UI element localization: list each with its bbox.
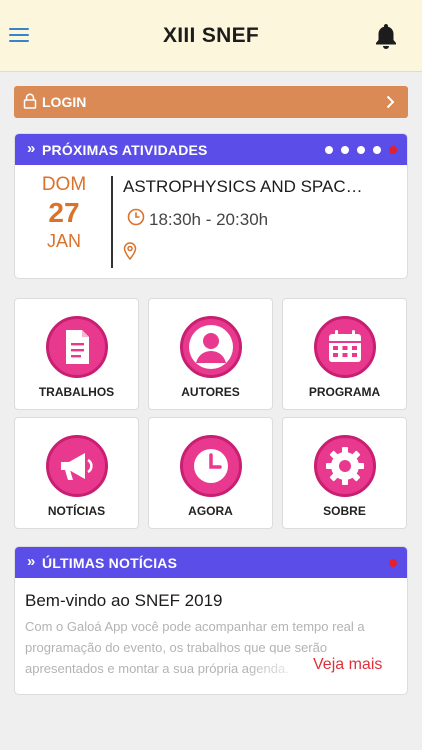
carousel-dot[interactable] xyxy=(341,146,349,154)
event-date: DOM 27 JAN xyxy=(15,174,113,252)
section-title: PRÓXIMAS ATIVIDADES xyxy=(42,142,208,158)
clock-icon xyxy=(127,208,145,226)
chevron-right-icon xyxy=(386,95,395,109)
carousel-dot[interactable] xyxy=(373,146,381,154)
event-title[interactable]: ASTROPHYSICS AND SPAC… xyxy=(123,177,363,197)
login-label: LOGIN xyxy=(42,94,87,110)
latest-news-header: » ÚLTIMAS NOTÍCIAS xyxy=(15,547,407,578)
divider xyxy=(111,176,113,268)
lock-icon xyxy=(23,93,37,109)
tile-label: AGORA xyxy=(188,504,233,518)
carousel-pager xyxy=(325,146,397,154)
carousel-dot-active[interactable] xyxy=(389,559,397,567)
event-time: 18:30h - 20:30h xyxy=(149,210,269,229)
tile-sobre[interactable]: SOBRE xyxy=(282,417,407,529)
document-icon xyxy=(66,330,89,364)
tile-label: NOTÍCIAS xyxy=(47,504,106,518)
news-title[interactable]: Bem-vindo ao SNEF 2019 xyxy=(25,591,223,611)
clock-icon xyxy=(194,449,228,483)
event-month: JAN xyxy=(46,231,81,251)
tile-trabalhos[interactable]: TRABALHOS xyxy=(14,298,139,410)
read-more-link[interactable]: Veja mais xyxy=(311,656,383,674)
carousel-dot-active[interactable] xyxy=(389,146,397,154)
carousel-dot[interactable] xyxy=(357,146,365,154)
tile-autores[interactable]: AUTORES xyxy=(148,298,273,410)
double-chevron-icon: » xyxy=(27,553,36,570)
tile-label: AUTORES xyxy=(181,385,240,399)
section-title: ÚLTIMAS NOTÍCIAS xyxy=(42,555,178,571)
event-weekday: DOM xyxy=(41,174,87,195)
app-title: XIII SNEF xyxy=(162,24,260,47)
location-pin-icon xyxy=(123,242,137,260)
carousel-dot[interactable] xyxy=(325,146,333,154)
login-button[interactable]: LOGIN xyxy=(14,86,408,118)
latest-news-card: » ÚLTIMAS NOTÍCIAS Bem-vindo ao SNEF 201… xyxy=(14,546,408,695)
event-day: 27 xyxy=(48,197,80,228)
tile-agora[interactable]: AGORA xyxy=(148,417,273,529)
tile-label: PROGRAMA xyxy=(308,385,381,399)
tile-programa[interactable]: PROGRAMA xyxy=(282,298,407,410)
upcoming-activities-header: » PRÓXIMAS ATIVIDADES xyxy=(15,134,407,165)
double-chevron-icon: » xyxy=(27,140,36,157)
tile-noticias[interactable]: NOTÍCIAS xyxy=(14,417,139,529)
bell-icon[interactable] xyxy=(373,22,399,50)
upcoming-activities-card: » PRÓXIMAS ATIVIDADES DOM 27 JAN ASTROPH… xyxy=(14,133,408,279)
text-fade xyxy=(245,653,309,677)
person-icon xyxy=(189,325,233,369)
top-app-bar: XIII SNEF xyxy=(0,0,422,72)
calendar-icon xyxy=(329,330,361,362)
tile-label: SOBRE xyxy=(323,504,366,518)
megaphone-icon xyxy=(61,453,93,480)
tile-label: TRABALHOS xyxy=(38,385,115,399)
gear-icon xyxy=(326,447,364,485)
